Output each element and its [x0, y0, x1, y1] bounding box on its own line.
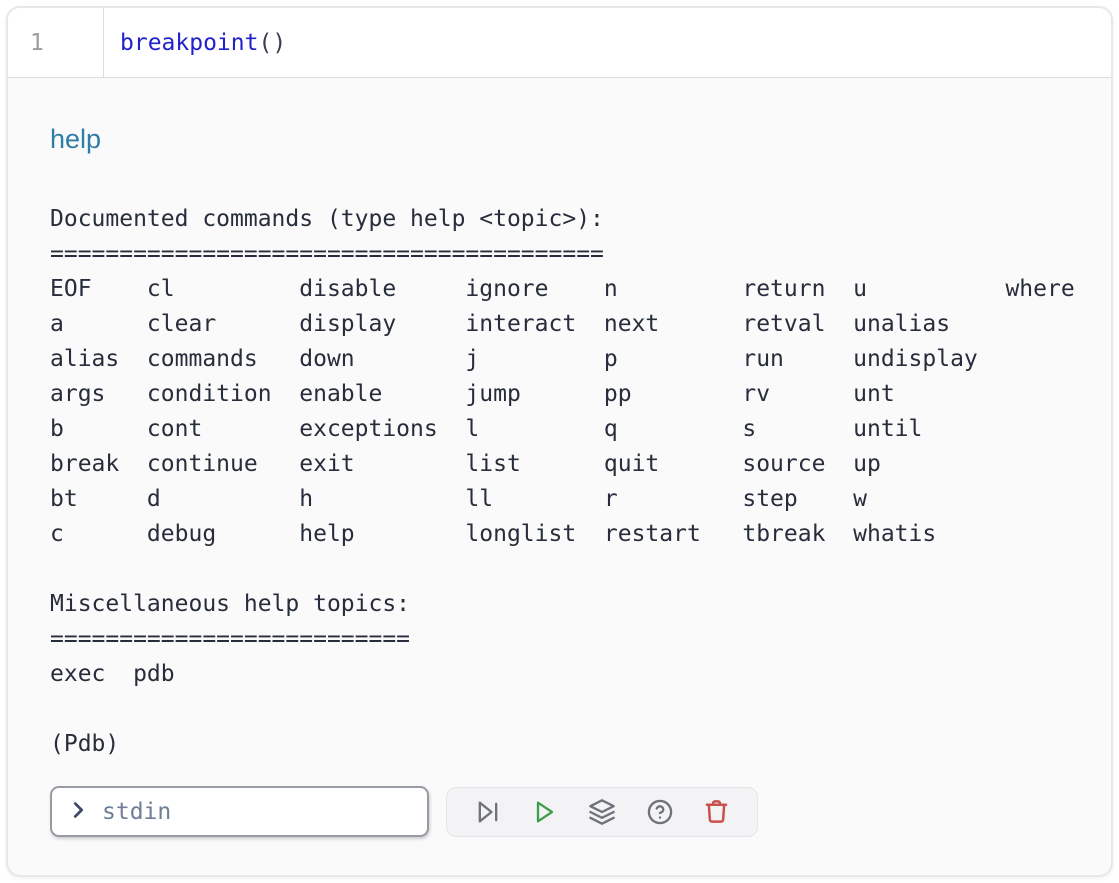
- run-button[interactable]: [529, 796, 561, 828]
- code-editor[interactable]: 1 breakpoint(): [8, 8, 1111, 78]
- clear-button[interactable]: [701, 796, 732, 827]
- chevron-right-icon: [67, 799, 89, 825]
- code-token-punctuation: (): [258, 30, 286, 56]
- question-circle-icon: [646, 798, 674, 826]
- stdin-box[interactable]: [50, 786, 429, 837]
- debugger-panel: 1 breakpoint() help Documented commands …: [6, 6, 1113, 877]
- help-button[interactable]: [644, 796, 676, 828]
- code-token-builtin: breakpoint: [120, 30, 258, 56]
- play-icon: [531, 798, 559, 826]
- layers-icon: [588, 798, 616, 826]
- trash-icon: [703, 798, 730, 825]
- terminal-output: help Documented commands (type help <top…: [8, 122, 1111, 762]
- debug-toolbar: [446, 787, 758, 837]
- code-line[interactable]: breakpoint(): [104, 8, 1111, 77]
- io-row: [50, 786, 1111, 837]
- line-number: 1: [30, 30, 44, 56]
- line-number-gutter: 1: [8, 8, 104, 77]
- pdb-help-output: Documented commands (type help <topic>):…: [50, 202, 1111, 762]
- echoed-command: help: [50, 122, 1111, 156]
- stdin-input[interactable]: [100, 798, 417, 826]
- skip-forward-icon: [474, 798, 502, 826]
- layers-button[interactable]: [586, 796, 618, 828]
- step-button[interactable]: [472, 796, 504, 828]
